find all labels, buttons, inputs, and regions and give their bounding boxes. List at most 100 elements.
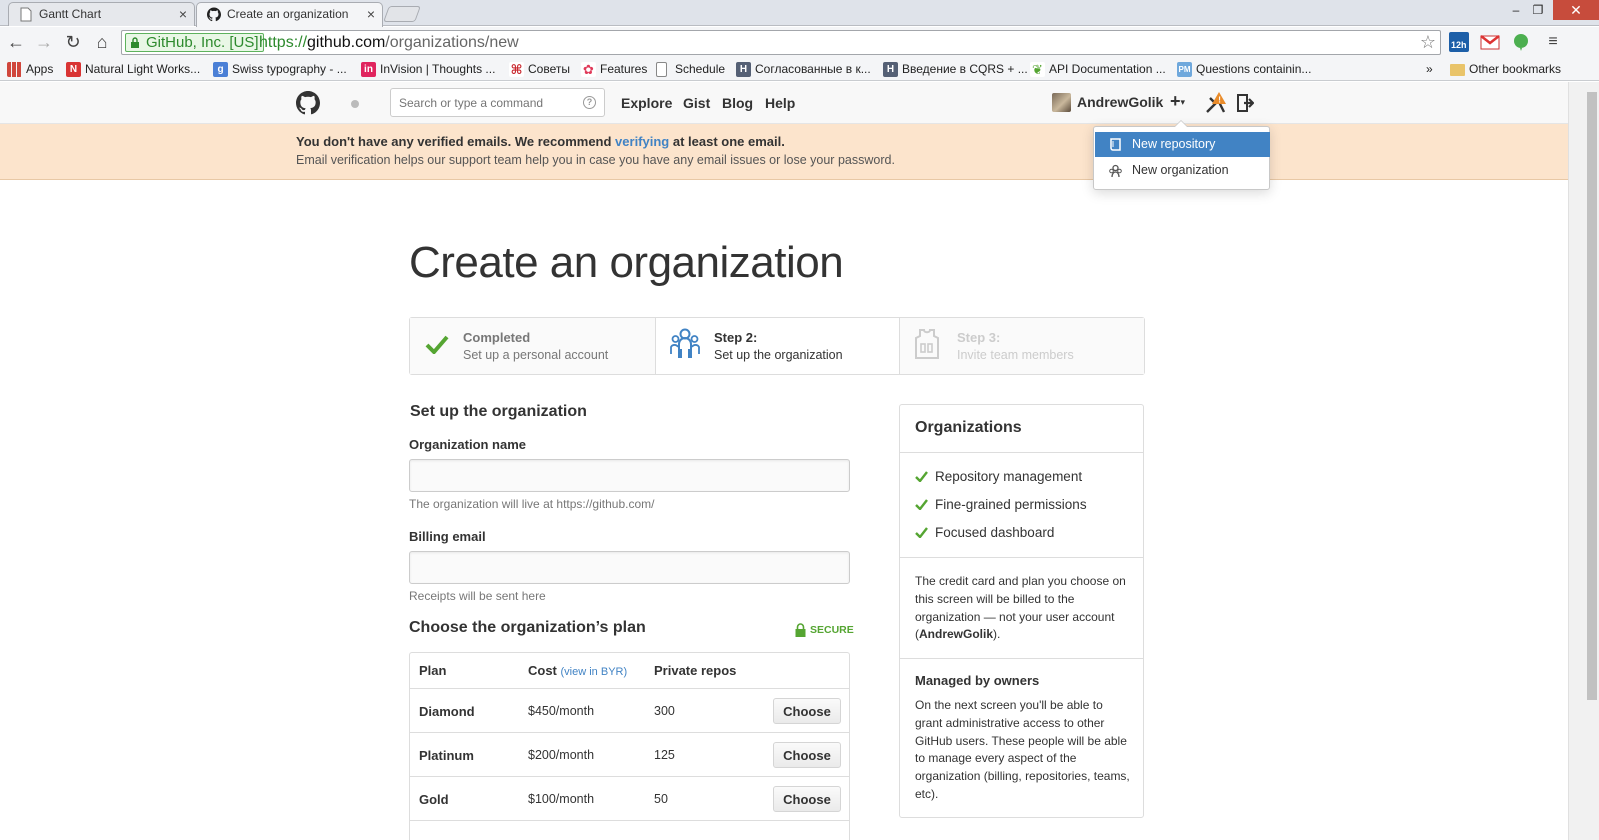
organization-icon <box>670 328 700 358</box>
bookmark-agreed[interactable]: H Согласованные в к... <box>736 61 871 77</box>
ev-certificate-badge[interactable]: GitHub, Inc. [US] <box>125 33 264 52</box>
settings-tools-icon[interactable]: ! <box>1204 90 1230 116</box>
bookmark-star-icon[interactable]: ☆ <box>1420 32 1436 52</box>
tab-close-icon[interactable]: × <box>179 3 187 25</box>
bookmark-label: Swiss typography - ... <box>232 62 347 76</box>
nav-blog[interactable]: Blog <box>722 95 753 111</box>
feature-label: Focused dashboard <box>935 525 1055 540</box>
tab-create-organization[interactable]: Create an organization × <box>196 2 383 27</box>
notifications-indicator[interactable] <box>351 100 359 108</box>
invision-icon: in <box>361 62 376 77</box>
google-g-icon: g <box>213 62 228 77</box>
step-subtitle: Set up a personal account <box>463 348 609 362</box>
step-title: Step 2: <box>714 330 758 345</box>
reload-icon[interactable]: ↻ <box>62 31 84 53</box>
flash-message: You don't have any verified emails. We r… <box>296 134 785 149</box>
caret-down-icon: ▾ <box>1180 96 1186 107</box>
plans-table: Plan Cost (view in BYR) Private repos Di… <box>409 652 850 840</box>
bookmark-api-docs[interactable]: ❦ API Documentation ... <box>1030 61 1166 77</box>
new-tab-button[interactable] <box>383 6 421 22</box>
browser-toolbar: ← → ↻ ⌂ GitHub, Inc. [US] https://github… <box>0 27 1599 57</box>
timer-extension-icon[interactable]: 12h <box>1449 32 1469 52</box>
step-subtitle: Invite team members <box>957 348 1074 362</box>
apps-grid-icon <box>7 62 22 77</box>
page-icon <box>656 62 667 77</box>
tab-close-icon[interactable]: × <box>367 3 375 25</box>
bookmark-cqrs[interactable]: H Введение в CQRS + ... <box>883 61 1028 77</box>
bookmark-natural-light[interactable]: N Natural Light Works... <box>66 61 200 77</box>
bookmark-invision[interactable]: in InVision | Thoughts ... <box>361 61 495 77</box>
verifying-link[interactable]: verifying <box>615 134 669 149</box>
bookmark-label: Features <box>600 62 648 76</box>
flash-text: at least one email. <box>669 134 785 149</box>
feature-label: Repository management <box>935 469 1083 484</box>
command-search[interactable]: ? <box>390 88 605 117</box>
billing-email-input[interactable] <box>409 551 850 584</box>
nav-explore[interactable]: Explore <box>621 95 672 111</box>
nav-gist[interactable]: Gist <box>683 95 710 111</box>
table-row: Gold $100/month 50 Choose <box>410 777 849 821</box>
create-new-button[interactable]: +▾ <box>1170 91 1185 112</box>
choose-platinum-button[interactable]: Choose <box>773 742 841 768</box>
ev-label: GitHub, Inc. [US] <box>146 34 259 51</box>
gmail-icon[interactable] <box>1480 32 1500 52</box>
github-octocat-icon[interactable] <box>296 91 320 115</box>
menu-item-label: New repository <box>1132 137 1216 151</box>
sign-out-icon[interactable] <box>1236 93 1254 113</box>
home-icon[interactable]: ⌂ <box>91 31 113 53</box>
plan-cost: $200/month <box>528 748 595 762</box>
user-profile-link[interactable]: AndrewGolik <box>1052 93 1163 112</box>
billing-email-note: Receipts will be sent here <box>409 589 546 603</box>
new-organization-menu-item[interactable]: New organization <box>1095 158 1270 183</box>
bookmark-swiss-typography[interactable]: g Swiss typography - ... <box>213 61 347 77</box>
maximize-button[interactable]: ❐ <box>1527 0 1549 20</box>
new-repository-menu-item[interactable]: New repository <box>1095 132 1270 157</box>
email-verification-banner: You don't have any verified emails. We r… <box>0 124 1568 180</box>
choose-diamond-button[interactable]: Choose <box>773 698 841 724</box>
plan-repos: 300 <box>654 704 675 718</box>
step-title: Completed <box>463 330 531 345</box>
page-scrollbar[interactable] <box>1568 82 1599 840</box>
tab-gantt-chart[interactable]: Gantt Chart × <box>8 2 195 26</box>
search-input[interactable] <box>391 89 571 116</box>
org-name-input[interactable] <box>409 459 850 492</box>
flash-text: You don't have any verified emails. We r… <box>296 134 616 149</box>
back-icon[interactable]: ← <box>5 31 27 53</box>
feature-label: Fine-grained permissions <box>935 497 1087 512</box>
billing-email-label: Billing email <box>409 529 486 544</box>
bookmark-features[interactable]: ✿ Features <box>581 61 647 77</box>
bookmark-schedule[interactable]: Schedule <box>656 61 725 77</box>
checkmark-icon <box>915 471 928 482</box>
choose-gold-button[interactable]: Choose <box>773 786 841 812</box>
divider <box>900 557 1143 558</box>
plan-name: Gold <box>419 792 449 807</box>
info-box-header: Organizations <box>900 405 1143 453</box>
window-close-button[interactable]: ✕ <box>1553 0 1599 20</box>
scrollbar-thumb[interactable] <box>1587 92 1597 700</box>
plan-name: Platinum <box>419 748 474 763</box>
page-title: Create an organization <box>409 238 844 287</box>
h-icon: H <box>883 62 898 77</box>
plan-repos: 125 <box>654 748 675 762</box>
tab-label: Create an organization <box>227 7 349 21</box>
bookmark-questions[interactable]: PM Questions containin... <box>1177 61 1311 77</box>
leaf-icon: ❦ <box>1030 62 1045 77</box>
bookmarks-overflow-button[interactable]: » <box>1408 61 1433 77</box>
owners-title: Managed by owners <box>915 673 1040 688</box>
minimize-button[interactable]: – <box>1505 0 1527 20</box>
natural-light-icon: N <box>66 62 81 77</box>
evernote-icon[interactable] <box>1511 32 1531 52</box>
bookmark-apps[interactable]: Apps <box>7 61 53 77</box>
menu-icon[interactable]: ≡ <box>1542 31 1564 53</box>
bookmark-label: InVision | Thoughts ... <box>380 62 496 76</box>
address-bar[interactable]: GitHub, Inc. [US] https://github.com/org… <box>121 30 1441 55</box>
forward-icon[interactable]: → <box>33 31 55 53</box>
nav-help[interactable]: Help <box>765 95 795 111</box>
bookmark-label: Согласованные в к... <box>755 62 871 76</box>
bookmark-tips[interactable]: ⌘ Советы <box>509 61 570 77</box>
lock-icon <box>131 37 139 48</box>
url-text[interactable]: https://github.com/organizations/new <box>259 33 519 52</box>
view-in-byr-link[interactable]: (view in BYR) <box>561 666 628 678</box>
other-bookmarks-folder[interactable]: Other bookmarks <box>1450 61 1561 77</box>
search-help-icon[interactable]: ? <box>583 96 596 109</box>
